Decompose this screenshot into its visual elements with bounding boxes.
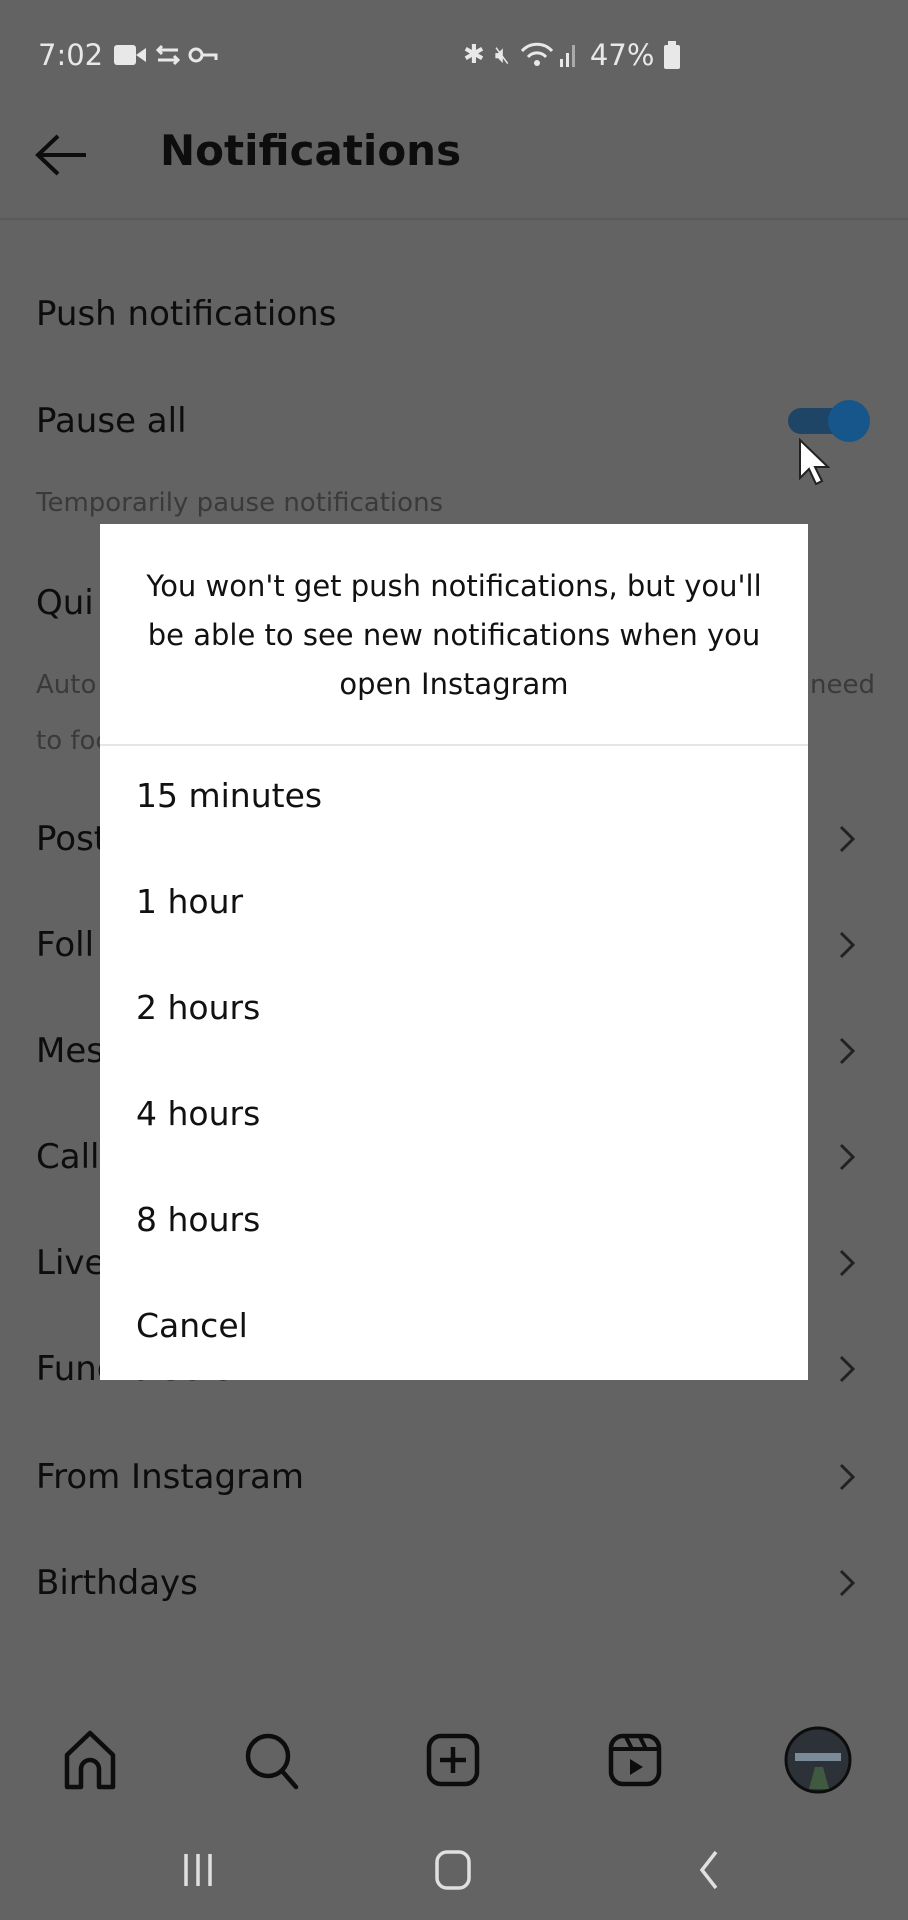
back-button[interactable] [34, 132, 90, 178]
settings-item[interactable]: Birthdays [36, 1563, 198, 1603]
quiet-mode-description: Auto [36, 670, 97, 700]
search-icon[interactable] [237, 1725, 307, 1795]
section-push-notifications: Push notifications [36, 294, 337, 334]
mouse-cursor-icon [799, 438, 830, 486]
chevron-right-icon [839, 1037, 856, 1065]
create-icon[interactable] [418, 1725, 488, 1795]
chevron-right-icon [839, 1355, 856, 1383]
recents-icon[interactable] [168, 1846, 228, 1894]
option-8-hours[interactable]: 8 hours [136, 1200, 260, 1239]
chevron-right-icon [839, 1143, 856, 1171]
settings-item[interactable]: Live [36, 1243, 105, 1283]
quiet-mode-description-2: to foc [36, 726, 110, 756]
battery-icon [664, 41, 681, 69]
pause-all-toggle[interactable] [788, 400, 870, 442]
settings-item[interactable]: Post [36, 819, 107, 859]
cancel-button[interactable]: Cancel [136, 1306, 248, 1345]
settings-item[interactable]: Mes [36, 1031, 104, 1071]
wifi-icon [520, 42, 575, 67]
option-1-hour[interactable]: 1 hour [136, 882, 243, 921]
dialog-message: You won't get push notifications, but yo… [146, 569, 762, 701]
back-icon[interactable] [678, 1846, 738, 1894]
home-button-icon[interactable] [423, 1846, 483, 1894]
pause-all-label[interactable]: Pause all [36, 401, 187, 441]
settings-item[interactable]: From Instagram [36, 1457, 304, 1497]
dialog-divider [100, 744, 808, 746]
quiet-mode-description-right: need [810, 670, 875, 700]
pause-duration-dialog: You won't get push notifications, but yo… [100, 524, 808, 1380]
video-icon [114, 45, 136, 65]
chevron-right-icon [839, 931, 856, 959]
option-2-hours[interactable]: 2 hours [136, 988, 260, 1027]
option-15-minutes[interactable]: 15 minutes [136, 776, 322, 815]
settings-item[interactable]: Foll [36, 925, 94, 965]
reels-icon[interactable] [600, 1725, 670, 1795]
settings-item[interactable]: Call [36, 1137, 99, 1177]
page-title: Notifications [160, 126, 462, 175]
chevron-right-icon [839, 825, 856, 853]
status-left-icons [114, 44, 218, 66]
bluetooth-icon: ✱ [463, 40, 485, 70]
profile-avatar[interactable] [783, 1725, 853, 1795]
quiet-mode-label[interactable]: Qui [36, 583, 94, 623]
status-right: ✱ 🔇︎ 47% [463, 38, 681, 72]
battery-percent: 47% [589, 38, 655, 72]
option-4-hours[interactable]: 4 hours [136, 1094, 260, 1133]
status-time: 7:02 [38, 38, 104, 72]
header-divider [0, 218, 908, 220]
chevron-right-icon [839, 1463, 856, 1491]
status-bar: 7:02 ✱ 🔇︎ 47% [38, 36, 908, 76]
mute-icon: 🔇︎ [494, 41, 510, 69]
chevron-right-icon [839, 1569, 856, 1597]
home-icon[interactable] [55, 1725, 125, 1795]
sync-icon [155, 44, 181, 66]
key-icon [188, 47, 204, 63]
chevron-right-icon [839, 1249, 856, 1277]
pause-all-description: Temporarily pause notifications [36, 488, 444, 518]
